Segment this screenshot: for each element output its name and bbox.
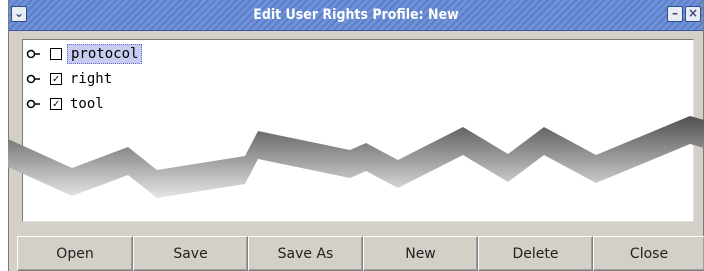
torn-edge-divider — [8, 116, 704, 198]
